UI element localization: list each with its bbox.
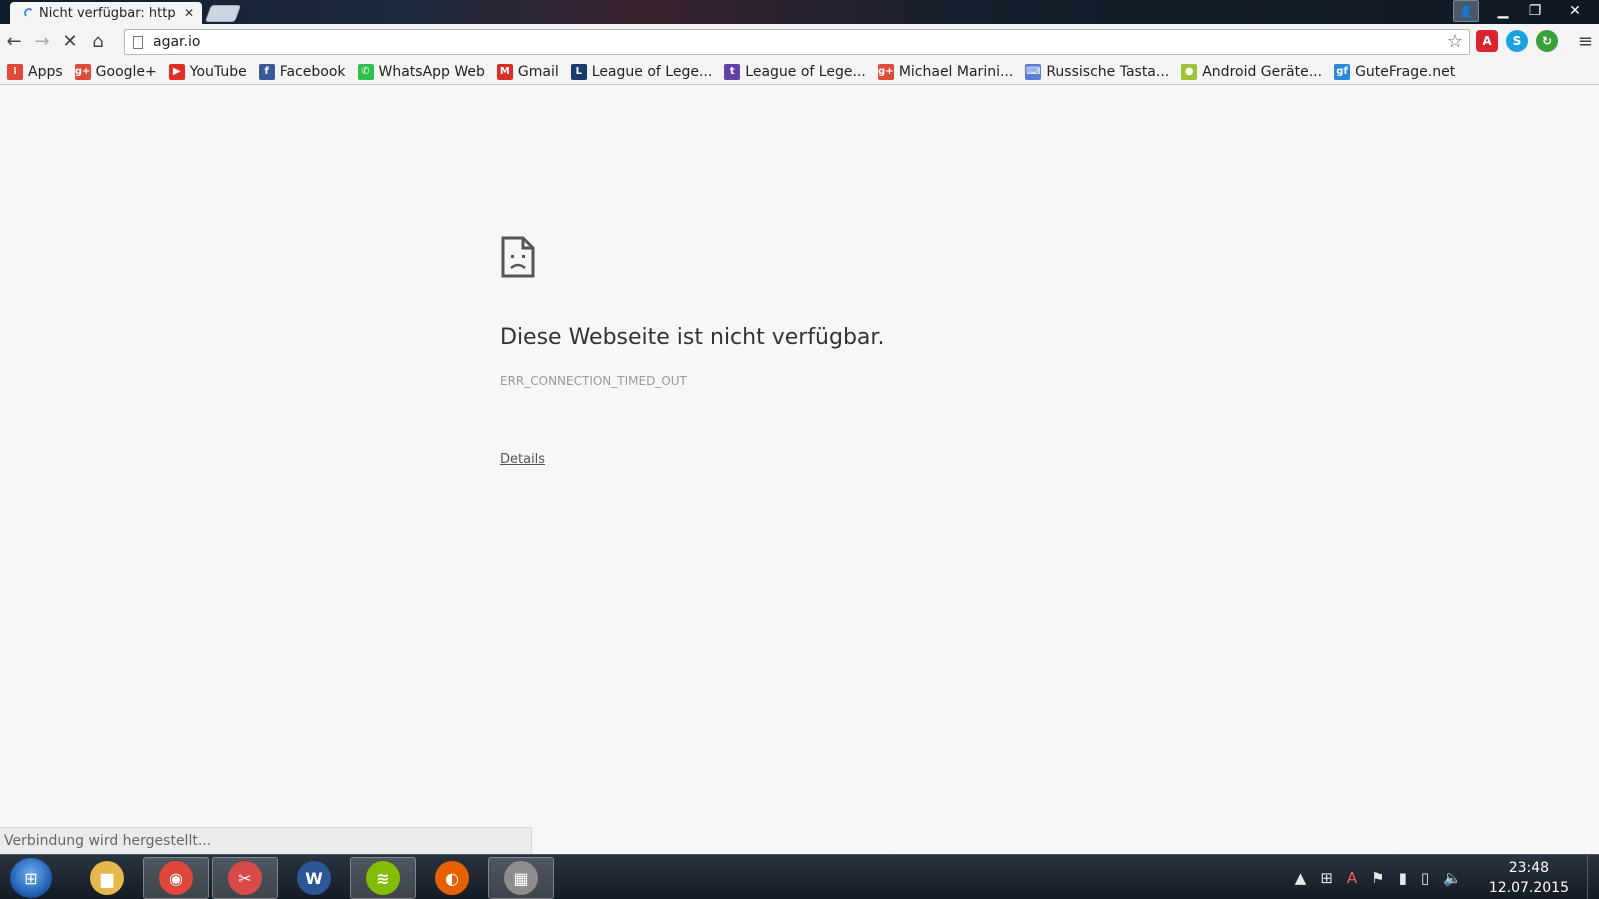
twitch-icon: t bbox=[724, 63, 741, 80]
title-bar: Nicht verfügbar: http ✕ 👤 ▁ ❐ ✕ bbox=[0, 0, 1599, 24]
bookmark-item[interactable]: g+ Michael Marini... bbox=[877, 63, 1014, 80]
bookmark-label: Gmail bbox=[517, 63, 559, 80]
bookmark-item[interactable]: ▶ YouTube bbox=[168, 63, 247, 80]
user-icon[interactable]: 👤 bbox=[1453, 0, 1479, 22]
league-icon: L bbox=[570, 63, 587, 80]
bookmark-label: WhatsApp Web bbox=[378, 63, 485, 80]
windows-flag-icon[interactable]: ⊞ bbox=[1320, 869, 1333, 887]
error-title: Diese Webseite ist nicht verfügbar. bbox=[500, 325, 885, 350]
back-icon[interactable]: ← bbox=[0, 28, 28, 56]
bookmark-label: League of Lege... bbox=[591, 63, 713, 80]
show-desktop-button[interactable] bbox=[1587, 855, 1599, 899]
bookmark-label: Michael Marini... bbox=[898, 63, 1014, 80]
whatsapp-icon: ✆ bbox=[357, 63, 374, 80]
loading-spinner-icon bbox=[24, 8, 34, 18]
browser-tab[interactable]: Nicht verfügbar: http ✕ bbox=[10, 2, 202, 24]
bookmark-star-icon[interactable]: ☆ bbox=[1447, 31, 1463, 52]
folder-icon: ▆ bbox=[90, 861, 124, 895]
bookmark-label: Android Geräte... bbox=[1202, 63, 1323, 80]
forward-icon[interactable]: → bbox=[28, 28, 56, 56]
bookmark-item[interactable]: f Facebook bbox=[258, 63, 346, 80]
acrobat-tray-icon[interactable]: A bbox=[1347, 869, 1357, 887]
taskbar-app-spotify[interactable]: ≋ bbox=[350, 857, 416, 899]
bookmark-item[interactable]: t League of Lege... bbox=[724, 63, 866, 80]
android-icon: ● bbox=[1181, 63, 1198, 80]
taskbar-app-snipping-tool[interactable]: ✂ bbox=[212, 857, 278, 899]
skype-extension-icon[interactable]: S bbox=[1506, 30, 1528, 52]
tab-close-icon[interactable]: ✕ bbox=[184, 6, 194, 20]
acrobat-extension-icon[interactable]: A bbox=[1476, 30, 1498, 52]
bookmark-item[interactable]: ● Android Geräte... bbox=[1181, 63, 1323, 80]
bookmark-label: Russische Tasta... bbox=[1046, 63, 1170, 80]
bookmark-label: YouTube bbox=[189, 63, 247, 80]
volume-icon[interactable]: 🔈 bbox=[1443, 869, 1462, 887]
bookmark-label: Google+ bbox=[95, 63, 157, 80]
clock-date: 12.07.2015 bbox=[1488, 879, 1569, 896]
taskbar-app-chrome[interactable]: ◉ bbox=[143, 857, 209, 899]
apps-grid-icon: ⁞ bbox=[7, 63, 23, 80]
bookmark-item[interactable]: ⁞ Apps bbox=[7, 63, 63, 80]
error-code: ERR_CONNECTION_TIMED_OUT bbox=[500, 374, 687, 388]
menu-icon[interactable]: ≡ bbox=[1578, 31, 1593, 52]
action-center-flag-icon[interactable]: ⚑ bbox=[1371, 869, 1384, 887]
start-button[interactable]: ⊞ bbox=[10, 858, 52, 898]
minimize-icon[interactable]: ▁ bbox=[1487, 0, 1519, 22]
bookmark-item[interactable]: L League of Lege... bbox=[570, 63, 713, 80]
restore-icon[interactable]: ❐ bbox=[1519, 0, 1551, 22]
chrome-icon: ◉ bbox=[159, 861, 193, 895]
close-icon[interactable]: ✕ bbox=[1551, 0, 1599, 22]
spotify-icon: ≋ bbox=[366, 861, 400, 895]
bookmark-label: GuteFrage.net bbox=[1355, 63, 1456, 80]
bookmark-item[interactable]: ⌨ Russische Tasta... bbox=[1025, 63, 1170, 80]
wall-icon: ▦ bbox=[504, 861, 538, 895]
tab-title: Nicht verfügbar: http bbox=[39, 5, 176, 21]
bookmark-item[interactable]: M Gmail bbox=[496, 63, 559, 80]
windows-taskbar: ⊞ ▆ ◉ ✂ W ≋ ◐ ▦ ▲ ⊞ A ⚑ ▮ ▯ 🔈 23:48 12.07.2015 bbox=[0, 854, 1599, 899]
browser-toolbar: ← → ✕ ⌂ agar.io ☆ A S ↻ ≡ bbox=[0, 24, 1599, 59]
home-icon[interactable]: ⌂ bbox=[84, 28, 112, 56]
bookmarks-bar: ⁞ Apps g+ Google+ ▶ YouTube f Facebook ✆ WhatsApp… bbox=[0, 59, 1599, 85]
taskbar-app-firefox[interactable]: ◐ bbox=[419, 857, 485, 899]
bookmark-item[interactable]: g+ Google+ bbox=[74, 63, 157, 80]
details-link[interactable]: Details bbox=[500, 452, 545, 467]
taskbar-app-unknown-app[interactable]: ▦ bbox=[488, 857, 554, 899]
clock-time: 23:48 bbox=[1508, 859, 1550, 876]
taskbar-app-explorer[interactable]: ▆ bbox=[74, 857, 140, 899]
bookmark-item[interactable]: gf GuteFrage.net bbox=[1334, 63, 1456, 80]
error-page: Diese Webseite ist nicht verfügbar. ERR_… bbox=[0, 85, 1599, 854]
clock[interactable]: 23:48 12.07.2015 bbox=[1489, 858, 1569, 898]
bookmark-item[interactable]: ✆ WhatsApp Web bbox=[357, 63, 485, 80]
bookmark-label: League of Lege... bbox=[745, 63, 866, 80]
bookmark-label: Facebook bbox=[279, 63, 346, 80]
page-icon bbox=[133, 35, 143, 49]
gmail-icon: M bbox=[496, 63, 513, 80]
scissors-icon: ✂ bbox=[228, 861, 262, 895]
gutefrage-icon: gf bbox=[1334, 63, 1351, 80]
bookmark-label: Apps bbox=[28, 63, 63, 80]
keyboard-icon: ⌨ bbox=[1025, 63, 1042, 80]
google-plus-icon: g+ bbox=[74, 63, 91, 80]
word-icon: W bbox=[297, 861, 331, 895]
new-tab-button[interactable] bbox=[204, 5, 242, 22]
system-tray: ▲ ⊞ A ⚑ ▮ ▯ 🔈 23:48 12.07.2015 bbox=[1288, 855, 1599, 899]
show-hidden-icons-icon[interactable]: ▲ bbox=[1295, 869, 1307, 887]
network-icon[interactable]: ▮ bbox=[1399, 869, 1407, 887]
firefox-icon: ◐ bbox=[435, 861, 469, 895]
google-plus-icon: g+ bbox=[877, 63, 894, 80]
facebook-icon: f bbox=[258, 63, 275, 80]
taskbar-app-word[interactable]: W bbox=[281, 857, 347, 899]
battery-icon[interactable]: ▯ bbox=[1421, 869, 1429, 887]
status-bubble: Verbindung wird hergestellt... bbox=[0, 827, 532, 854]
stop-icon[interactable]: ✕ bbox=[56, 28, 84, 56]
address-bar[interactable]: agar.io ☆ bbox=[124, 29, 1470, 55]
sad-page-icon bbox=[501, 236, 535, 278]
refresh-extension-icon[interactable]: ↻ bbox=[1536, 30, 1558, 52]
url-text: agar.io bbox=[153, 34, 201, 50]
youtube-icon: ▶ bbox=[168, 63, 185, 80]
